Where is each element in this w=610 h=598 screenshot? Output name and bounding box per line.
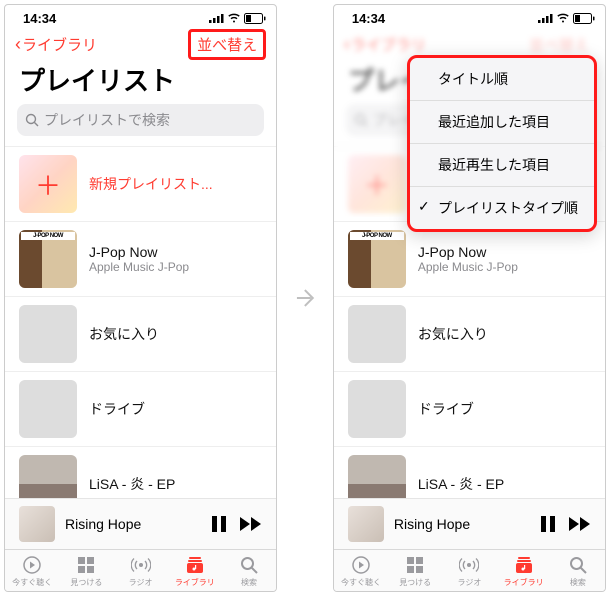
sort-option-recently-played[interactable]: 最近再生した項目 [410,144,594,187]
radio-icon [131,556,151,574]
row-title: LiSA - 炎 - EP [89,474,262,494]
play-circle-icon [352,556,370,574]
back-label: ライブラリ [22,34,97,55]
tab-library[interactable]: ライブラリ [168,555,222,588]
thumb-grid [19,305,77,363]
list-item[interactable]: ドライブ [334,372,605,447]
row-sub: Apple Music J-Pop [418,260,591,274]
search-placeholder: プレイリストで検索 [44,110,170,130]
thumb-jpop: J-POP NOW [19,230,77,288]
list-item-new[interactable]: ＋ 新規プレイリスト... [5,146,276,222]
tab-search[interactable]: 検索 [551,555,605,588]
phone-left: 14:34 ‹ ライブラリ 並べ替え プレイリスト プレイリストで検索 ＋ 新規… [4,4,277,592]
battery-icon [573,13,595,24]
miniplayer-title: Rising Hope [394,516,531,532]
sort-option-recently-added[interactable]: 最近追加した項目 [410,101,594,144]
list-item[interactable]: ドライブ [5,372,276,447]
status-time: 14:34 [352,11,385,26]
mini-player[interactable]: Rising Hope [334,498,605,549]
status-bar: 14:34 [5,5,276,27]
grid-icon [77,556,95,574]
pause-icon[interactable] [212,516,226,532]
row-title: お気に入り [89,324,262,344]
sort-button[interactable]: 並べ替え [188,29,266,60]
tab-search[interactable]: 検索 [222,555,276,588]
thumb-jpop: J-POP NOW [348,230,406,288]
tab-radio[interactable]: ラジオ [442,555,496,588]
row-title: J-Pop Now [418,244,591,260]
sort-option-title[interactable]: タイトル順 [410,58,594,101]
list-item[interactable]: LiSA - 炎 - EP [334,447,605,498]
tab-browse[interactable]: 見つける [388,555,442,588]
miniplayer-art [348,506,384,542]
row-title: 新規プレイリスト... [89,174,262,194]
tab-bar: 今すぐ聴く 見つける ラジオ ライブラリ 検索 [334,549,605,591]
row-title: ドライブ [89,399,262,419]
search-icon [25,113,39,127]
signal-icon [538,13,553,23]
page-title: プレイリスト [5,61,276,104]
thumb-new: ＋ [19,155,77,213]
pause-icon[interactable] [541,516,555,532]
sort-option-playlist-type[interactable]: プレイリストタイプ順 [410,187,594,229]
wifi-icon [227,13,241,23]
status-right [209,13,266,24]
status-time: 14:34 [23,11,56,26]
status-bar: 14:34 [334,5,605,27]
row-sub: Apple Music J-Pop [89,260,262,274]
battery-icon [244,13,266,24]
library-icon [515,556,533,574]
radio-icon [459,556,479,574]
plus-icon: ＋ [35,166,61,203]
chevron-left-icon: ‹ [15,34,21,55]
row-title: LiSA - 炎 - EP [418,474,591,494]
playlist-list: ＋ 新規プレイリスト... J-POP NOW J-Pop Now Apple … [5,146,276,498]
arrow-right-icon [291,284,319,312]
tab-bar: 今すぐ聴く 見つける ラジオ ライブラリ 検索 [5,549,276,591]
tab-radio[interactable]: ラジオ [113,555,167,588]
thumb-lisa [19,455,77,498]
next-icon[interactable] [569,517,591,531]
library-icon [186,556,204,574]
phone-right: 14:34 ‹ ライブラリ 並べ替え プレイリスト プレイリストで検索 ＋ 新規… [333,4,606,592]
list-item[interactable]: LiSA - 炎 - EP [5,447,276,498]
miniplayer-art [19,506,55,542]
miniplayer-title: Rising Hope [65,516,202,532]
row-title: J-Pop Now [89,244,262,260]
next-icon[interactable] [240,517,262,531]
nav-bar: ‹ ライブラリ 並べ替え [5,27,276,61]
list-item[interactable]: お気に入り [334,297,605,372]
back-button[interactable]: ‹ ライブラリ [15,34,97,55]
thumb-grid [19,380,77,438]
thumb-lisa [348,455,406,498]
search-tab-icon [569,556,587,574]
search-tab-icon [240,556,258,574]
tab-library[interactable]: ライブラリ [497,555,551,588]
status-right [538,13,595,24]
tab-listen-now[interactable]: 今すぐ聴く [5,555,59,588]
sort-menu: タイトル順 最近追加した項目 最近再生した項目 プレイリストタイプ順 [407,55,597,232]
tab-browse[interactable]: 見つける [59,555,113,588]
row-title: ドライブ [418,399,591,419]
signal-icon [209,13,224,23]
mini-player[interactable]: Rising Hope [5,498,276,549]
list-item[interactable]: お気に入り [5,297,276,372]
wifi-icon [556,13,570,23]
grid-icon [406,556,424,574]
play-circle-icon [23,556,41,574]
tab-listen-now[interactable]: 今すぐ聴く [334,555,388,588]
thumb-grid [348,305,406,363]
list-item[interactable]: J-POP NOW J-Pop Now Apple Music J-Pop [334,222,605,297]
list-item[interactable]: J-POP NOW J-Pop Now Apple Music J-Pop [5,222,276,297]
thumb-grid [348,380,406,438]
row-title: お気に入り [418,324,591,344]
search-field[interactable]: プレイリストで検索 [17,104,264,136]
